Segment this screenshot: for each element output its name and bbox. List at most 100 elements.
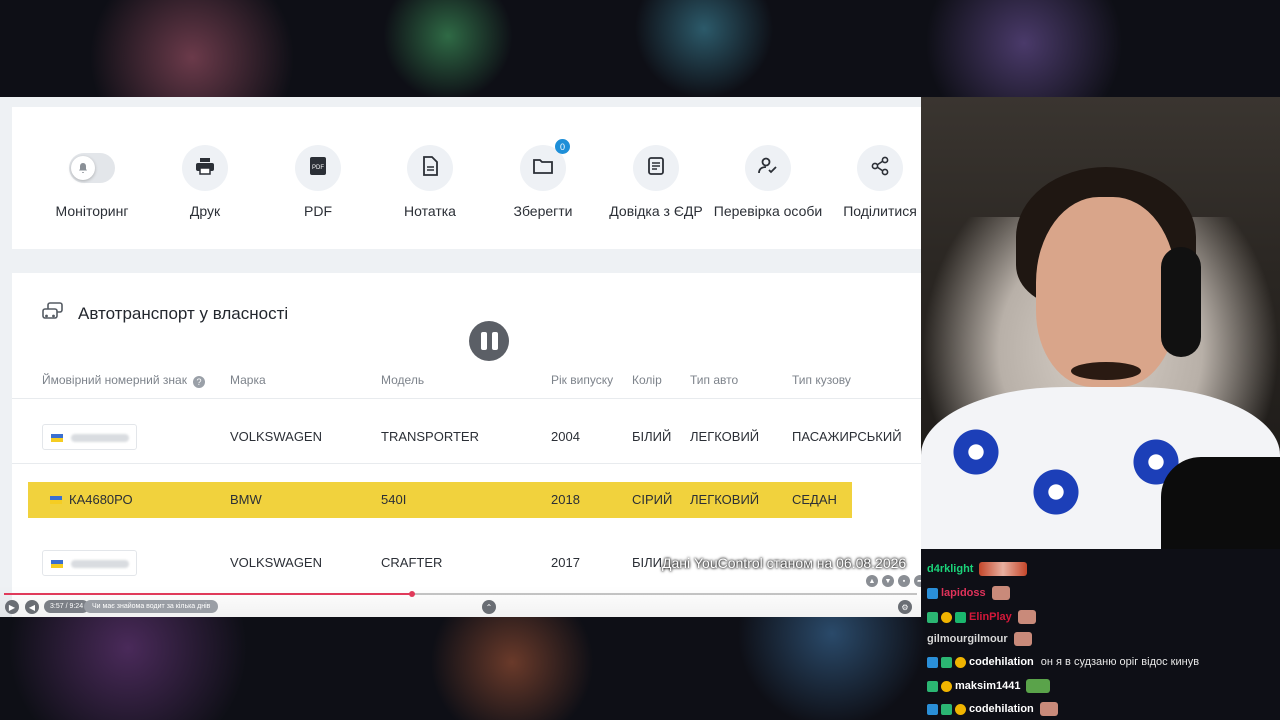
chat-message: gilmourgilmour [927,632,1032,646]
table-row-highlighted[interactable]: КА4680РО BMW 540I 2018 СІРИЙ ЛЕГКОВИЙ СЕ… [12,482,921,518]
volume-icon[interactable]: ◀ [25,600,39,614]
mustache [1071,362,1141,380]
progress-bar[interactable] [4,591,917,597]
ukraine-flag-icon [50,496,62,504]
coin-badge-icon [955,656,966,668]
plate-field [42,424,137,450]
save-label: Зберегти [513,203,573,219]
chat-message: d4rklight [927,562,1028,576]
coin-badge-icon [955,703,966,715]
bell-icon [71,156,95,180]
share-button[interactable]: Поділитися [824,145,921,220]
document-icon [647,156,665,181]
header-brand: Марка [230,373,266,387]
cell-year: 2004 [551,429,580,444]
action-toolbar: Моніторинг Друк PDF PDF Нотатка 0 Зберег… [12,107,921,249]
header-body: Тип кузову [792,373,851,387]
table-row[interactable]: VOLKSWAGEN TRANSPORTER 2004 БІЛИЙ ЛЕГКОВ… [12,419,921,455]
captured-browser: Моніторинг Друк PDF PDF Нотатка 0 Зберег… [0,97,921,617]
webcam-feed [921,97,1280,549]
help-icon[interactable]: ? [192,376,205,388]
expand-icon[interactable]: ⌃ [482,600,496,614]
microphone [1161,457,1280,549]
play-icon[interactable]: ▶ [5,600,19,614]
face [1036,197,1176,387]
cell-brand: BMW [230,492,262,507]
cell-color: БІЛИ [632,555,663,570]
note-button[interactable]: Нотатка [374,145,486,220]
progress-handle[interactable] [409,591,415,597]
video-caption: Дані YouControl станом на 06.08.2026 [662,555,907,571]
emote-icon [979,562,1028,576]
pdf-label: PDF [304,203,332,219]
cell-color: БІЛИЙ [632,429,672,444]
plate-field [42,550,137,576]
person-check-icon [758,157,778,180]
print-button[interactable]: Друк [149,145,261,220]
emote-icon [1017,610,1036,624]
headset [1161,247,1201,357]
progress-fill [4,593,412,595]
cell-model: TRANSPORTER [381,429,479,444]
print-label: Друк [189,203,221,219]
note-icon [422,155,438,181]
pause-overlay-button[interactable] [469,321,509,361]
cell-color: СІРИЙ [632,492,673,507]
prime-badge-icon [927,656,938,668]
cars-icon [42,301,64,326]
chapter-title[interactable]: Чи має знайома водит за кілька днів [84,600,219,613]
cell-body: СЕДАН [792,492,837,507]
emote-icon [1013,632,1032,646]
cell-year: 2017 [551,555,580,570]
share-label: Поділитися [843,203,917,219]
prime-badge-icon [927,703,938,715]
person-check-button[interactable]: Перевірка особи [712,145,824,220]
chat-username: lapidoss [941,587,986,599]
cell-type: ЛЕГКОВИЙ [690,492,760,507]
section-header: Автотранспорт у власності [42,301,288,326]
blurred-plate [71,560,129,568]
chat-overlay: d4rklight lapidoss ElinPlay gilmourgilmo… [922,556,1280,720]
pdf-icon: PDF [309,156,327,181]
chat-message: codehilation [927,702,1058,716]
cell-year: 2018 [551,492,580,507]
emote-icon [1039,702,1058,716]
ukraine-flag-icon [51,434,63,442]
saved-count-badge: 0 [555,139,570,154]
monitoring-toggle[interactable]: Моніторинг [36,145,148,220]
emote-icon [1026,679,1051,693]
plate-field: КА4680РО [42,487,137,513]
settings-icon[interactable]: ⚙ [898,600,912,614]
edr-reference-button[interactable]: Довідка з ЄДР [600,145,712,220]
chat-username: ElinPlay [969,611,1012,623]
sword-badge-icon [941,703,952,715]
cell-model: 540I [381,492,407,507]
cell-brand: VOLKSWAGEN [230,555,322,570]
monitoring-switch[interactable] [69,153,115,183]
pdf-button[interactable]: PDF PDF [262,145,374,220]
save-button[interactable]: 0 Зберегти [487,139,599,220]
edr-reference-label: Довідка з ЄДР [609,203,703,219]
share-icon [870,156,890,181]
chat-message: lapidoss [927,586,1010,600]
folder-icon [533,158,553,179]
sword-badge-icon [941,656,952,668]
chat-message: codehilation он я в судзаню оріг відос к… [927,656,1199,668]
cell-body: ПАСАЖИРСЬКИЙ [792,429,902,444]
note-label: Нотатка [404,203,456,219]
coin-badge-icon [941,611,952,623]
divider [12,398,921,399]
header-color: Колір [632,373,662,387]
chat-text: он я в судзаню оріг відос кинув [1040,656,1200,668]
header-model: Модель [381,373,425,387]
coin-badge-icon [941,680,952,692]
blurred-plate [71,434,129,442]
sub-badge-icon [955,611,966,623]
plate-number: КА4680РО [69,492,133,507]
chat-message: ElinPlay [927,610,1036,624]
cell-model: CRAFTER [381,555,443,570]
divider [12,463,921,464]
pause-icon [480,332,487,350]
chat-username: codehilation [969,703,1034,715]
cell-type: ЛЕГКОВИЙ [690,429,760,444]
